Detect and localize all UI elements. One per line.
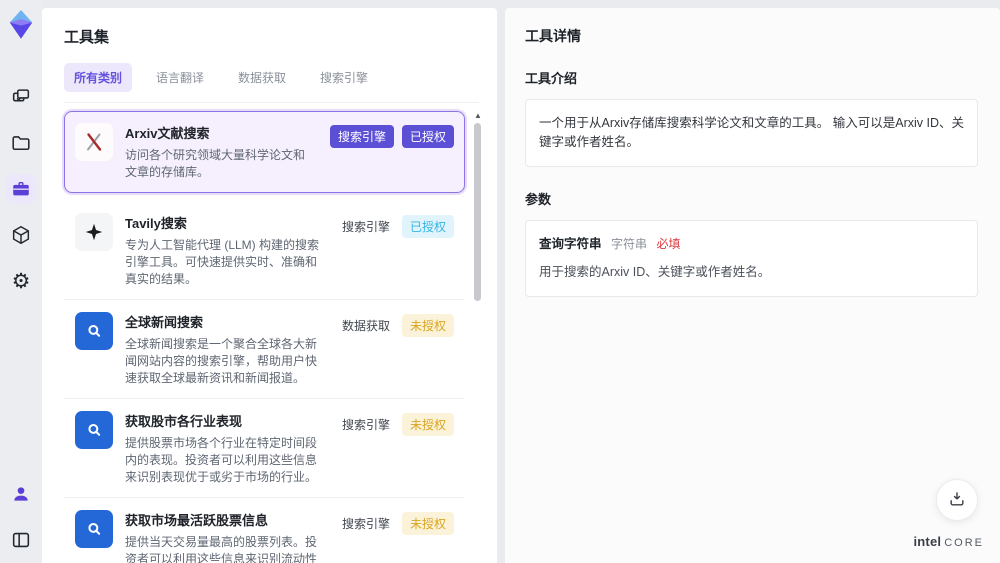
search-blue-icon	[75, 312, 113, 350]
scroll-up-icon[interactable]: ▲	[474, 111, 482, 120]
brand-core: CORE	[944, 537, 984, 549]
tool-name: Tavily搜索	[125, 216, 187, 231]
sidebar-item-tools[interactable]	[6, 174, 36, 204]
tool-auth-badge: 已授权	[401, 215, 454, 238]
param-type: 字符串	[611, 237, 648, 251]
tool-auth-badge: 未授权	[401, 413, 454, 436]
param-name: 查询字符串	[539, 237, 602, 251]
tool-description: 全球新闻搜索是一个聚合全球各大新闻网站内容的搜索引擎，帮助用户快速获取全球最新资…	[125, 337, 318, 385]
folder-icon	[10, 132, 32, 154]
tool-list: Arxiv文献搜索 访问各个研究领域大量科学论文和文章的存储库。 搜索引擎 已授…	[64, 111, 487, 563]
tool-card[interactable]: 获取股市各行业表现 提供股票市场各个行业在特定时间段内的表现。投资者可以利用这些…	[64, 399, 465, 498]
tool-card[interactable]: 获取市场最活跃股票信息 提供当天交易量最高的股票列表。投资者可以利用这些信息来识…	[64, 498, 465, 563]
download-icon	[947, 489, 967, 512]
tool-category-tag: 搜索引擎	[329, 125, 394, 148]
app-logo-icon	[6, 8, 36, 42]
tool-category-tag: 搜索引擎	[341, 517, 390, 531]
sidebar-item-account[interactable]	[6, 479, 36, 509]
tool-category-tag: 数据获取	[341, 319, 390, 333]
tool-description: 访问各个研究领域大量科学论文和文章的存储库。	[125, 148, 306, 179]
detail-title: 工具详情	[525, 28, 581, 44]
sidebar-item-panel-toggle[interactable]	[6, 525, 36, 555]
split-panel-icon	[10, 529, 32, 551]
tool-category-tag: 搜索引擎	[341, 418, 390, 432]
tool-description: 专为人工智能代理 (LLM) 构建的搜索引擎工具。可快速提供实时、准确和真实的结…	[125, 238, 320, 286]
tab-0[interactable]: 所有类别	[64, 63, 133, 92]
tool-card[interactable]: Tavily搜索 专为人工智能代理 (LLM) 构建的搜索引擎工具。可快速提供实…	[64, 201, 465, 300]
sidebar-item-settings[interactable]: ⚙	[6, 266, 36, 296]
tool-name: 获取股市各行业表现	[125, 414, 243, 429]
chat-icon	[10, 86, 32, 108]
briefcase-icon	[10, 178, 32, 200]
params-heading: 参数	[525, 192, 552, 207]
arxiv-icon	[75, 123, 113, 161]
page-title: 工具集	[64, 29, 110, 46]
tool-detail-panel: 工具详情 工具介绍 一个用于从Arxiv存储库搜索科学论文和文章的工具。 输入可…	[505, 8, 1000, 563]
search-blue-icon	[75, 510, 113, 548]
tab-3[interactable]: 搜索引擎	[310, 63, 378, 92]
tool-auth-badge: 未授权	[401, 512, 454, 535]
scrollbar-thumb[interactable]	[474, 123, 481, 301]
tool-name: Arxiv文献搜索	[125, 126, 210, 141]
tool-description: 提供股票市场各个行业在特定时间段内的表现。投资者可以利用这些信息来识别表现优于或…	[125, 436, 318, 484]
intro-text: 一个用于从Arxiv存储库搜索科学论文和文章的工具。 输入可以是Arxiv ID…	[525, 99, 978, 167]
intro-heading: 工具介绍	[525, 71, 578, 86]
param-card: 查询字符串 字符串 必填 用于搜索的Arxiv ID、关键字或作者姓名。	[525, 220, 978, 297]
tool-name: 全球新闻搜索	[125, 315, 204, 330]
tab-1[interactable]: 语言翻译	[146, 63, 214, 92]
tool-card[interactable]: 全球新闻搜索 全球新闻搜索是一个聚合全球各大新闻网站内容的搜索引擎，帮助用户快速…	[64, 300, 465, 399]
search-blue-icon	[75, 411, 113, 449]
tool-card[interactable]: Arxiv文献搜索 访问各个研究领域大量科学论文和文章的存储库。 搜索引擎 已授…	[64, 111, 465, 193]
param-desc: 用于搜索的Arxiv ID、关键字或作者姓名。	[539, 265, 771, 279]
tab-2[interactable]: 数据获取	[228, 63, 296, 92]
sparkle-icon	[75, 213, 113, 251]
cube-icon	[10, 224, 32, 246]
app-sidebar: ⚙	[0, 0, 42, 563]
sidebar-item-files[interactable]	[6, 128, 36, 158]
sidebar-item-models[interactable]	[6, 220, 36, 250]
category-tabs: 所有类别 语言翻译 数据获取 搜索引擎	[64, 63, 479, 103]
tool-list-panel: 工具集 所有类别 语言翻译 数据获取 搜索引擎 Arxiv文献搜索 访问各个研究领域大…	[42, 8, 497, 563]
param-required-badge: 必填	[656, 237, 681, 251]
scrollbar[interactable]: ▲ ▼	[473, 111, 483, 563]
user-icon	[11, 484, 31, 504]
gear-icon: ⚙	[11, 269, 31, 293]
tool-name: 获取市场最活跃股票信息	[125, 513, 269, 528]
sidebar-item-chat[interactable]	[6, 82, 36, 112]
tool-auth-badge: 未授权	[401, 314, 454, 337]
download-button[interactable]	[936, 479, 978, 521]
tool-category-tag: 搜索引擎	[341, 220, 390, 234]
tool-auth-badge: 已授权	[401, 125, 454, 148]
brand-intel: intel	[913, 534, 942, 549]
tool-description: 提供当天交易量最高的股票列表。投资者可以利用这些信息来识别流动性强的股票和潜在的…	[125, 535, 318, 563]
intel-core-logo: intel CORE	[913, 534, 984, 549]
